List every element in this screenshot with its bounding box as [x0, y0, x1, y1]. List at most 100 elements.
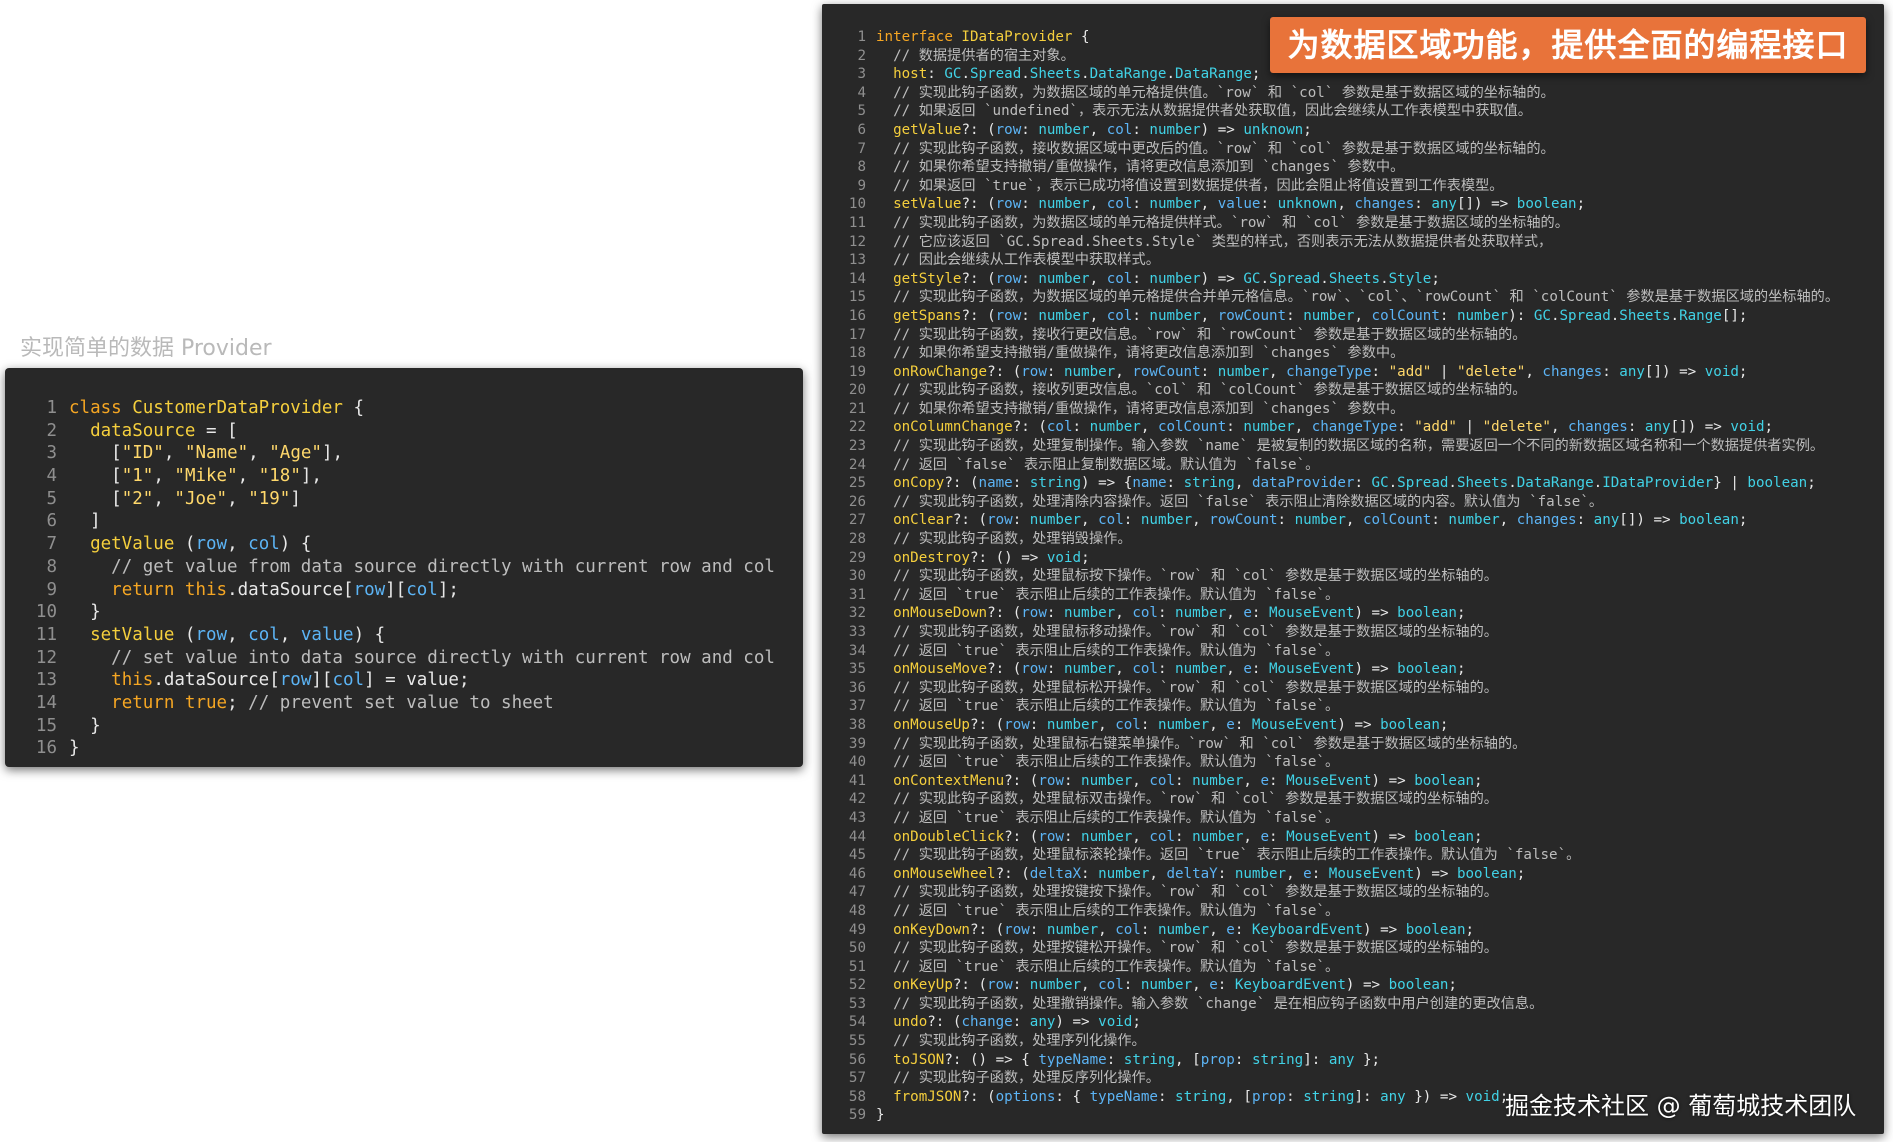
code-line: 4 // 实现此钩子函数，为数据区域的单元格提供值。`row` 和 `col` … [822, 84, 1884, 103]
line-number: 6 [857, 121, 866, 138]
code-text: getValue (row, col) { [90, 534, 312, 555]
code-text: // 实现此钩子函数，接收列更改信息。`col` 和 `colCount` 参数… [893, 382, 1527, 399]
code-text: // 实现此钩子函数，处理鼠标移动操作。`row` 和 `col` 参数是基于数… [893, 624, 1498, 640]
code-line: 48 // 返回 `true` 表示阻止后续的工作表操作。默认值为 `false… [822, 902, 1884, 921]
code-line: 9 // 如果返回 `true`，表示已成功将值设置到数据提供者，因此会阻止将值… [822, 177, 1884, 196]
interface-code-block: 1 interface IDataProvider {2 // 数据提供者的宿主对… [822, 28, 1884, 1125]
code-text: } [69, 738, 80, 759]
code-text: return this.dataSource[row][col]; [111, 579, 459, 600]
code-line: 10 setValue?: (row: number, col: number,… [822, 195, 1884, 214]
code-text: setValue (row, col, value) { [90, 624, 386, 645]
code-text: } [90, 715, 101, 736]
code-line: 11 // 实现此钩子函数，为数据区域的单元格提供样式。`row` 和 `col… [822, 214, 1884, 233]
code-line: 25 onCopy?: (name: string) => {name: str… [822, 474, 1884, 493]
code-line: 37 // 返回 `true` 表示阻止后续的工作表操作。默认值为 `false… [822, 697, 1884, 716]
code-text: onKeyDown?: (row: number, col: number, e… [893, 921, 1475, 938]
line-number: 27 [848, 512, 866, 529]
code-text: this.dataSource[row][col] = value; [111, 670, 470, 691]
line-number: 10 [848, 196, 866, 213]
code-text: onCopy?: (name: string) => {name: string… [893, 475, 1816, 492]
line-number: 51 [848, 958, 866, 975]
code-text: onMouseUp?: (row: number, col: number, e… [893, 716, 1449, 733]
code-text: dataSource = [ [90, 420, 238, 441]
line-number: 50 [848, 940, 866, 957]
code-text: // 返回 `true` 表示阻止后续的工作表操作。默认值为 `false`。 [893, 754, 1340, 771]
code-text: host: GC.Spread.Sheets.DataRange.DataRan… [893, 66, 1261, 83]
code-text: // 实现此钩子函数，处理反序列化操作。 [893, 1070, 1160, 1087]
line-number: 7 [857, 140, 866, 157]
code-text: // 如果你希望支持撤销/重做操作，请将更改信息添加到 `changes` 参数… [893, 159, 1405, 176]
code-text: toJSON?: () => { typeName: string, [prop… [893, 1051, 1381, 1068]
line-number: 48 [848, 902, 866, 919]
line-number: 5 [857, 103, 866, 120]
code-line: 19 onRowChange?: (row: number, rowCount:… [822, 363, 1884, 382]
line-number: 37 [848, 698, 866, 715]
line-number: 41 [848, 772, 866, 789]
line-number: 38 [848, 716, 866, 733]
code-text: ["1", "Mike", "18"], [111, 466, 322, 487]
line-number: 6 [46, 511, 57, 532]
code-text: getStyle?: (row: number, col: number) =>… [893, 270, 1440, 287]
line-number: 14 [35, 692, 57, 713]
code-line: 21 // 如果你希望支持撤销/重做操作，请将更改信息添加到 `changes`… [822, 400, 1884, 419]
code-text: // 实现此钩子函数，接收行更改信息。`row` 和 `rowCount` 参数… [893, 326, 1527, 343]
code-text: onDestroy?: () => void; [893, 549, 1090, 566]
code-text: // 返回 `true` 表示阻止后续的工作表操作。默认值为 `false`。 [893, 958, 1340, 975]
line-number: 53 [848, 995, 866, 1012]
code-line: 5 // 如果返回 `undefined`，表示无法从数据提供者处获取值，因此会… [822, 102, 1884, 121]
line-number: 28 [848, 531, 866, 548]
line-number: 57 [848, 1070, 866, 1087]
line-number: 11 [848, 214, 866, 231]
line-number: 3 [857, 66, 866, 83]
code-line: 14 getStyle?: (row: number, col: number)… [822, 270, 1884, 289]
code-line: 51 // 返回 `true` 表示阻止后续的工作表操作。默认值为 `false… [822, 958, 1884, 977]
code-line: 39 // 实现此钩子函数，处理鼠标右键菜单操作。`row` 和 `col` 参… [822, 735, 1884, 754]
code-line: 10 } [5, 601, 803, 624]
line-number: 15 [848, 289, 866, 306]
code-text: // 实现此钩子函数，处理鼠标松开操作。`row` 和 `col` 参数是基于数… [893, 679, 1498, 696]
line-number: 52 [848, 977, 866, 994]
code-line: 34 // 返回 `true` 表示阻止后续的工作表操作。默认值为 `false… [822, 642, 1884, 661]
line-number: 25 [848, 475, 866, 492]
code-line: 6 getValue?: (row: number, col: number) … [822, 121, 1884, 140]
code-line: 12 // set value into data source directl… [5, 647, 803, 670]
code-line: 5 ["2", "Joe", "19"] [5, 488, 803, 511]
code-line: 43 // 返回 `true` 表示阻止后续的工作表操作。默认值为 `false… [822, 809, 1884, 828]
line-number: 5 [46, 488, 57, 509]
code-text: // 返回 `true` 表示阻止后续的工作表操作。默认值为 `false`。 [893, 642, 1340, 659]
code-caption: 实现简单的数据 Provider [20, 336, 272, 361]
code-line: 29 onDestroy?: () => void; [822, 549, 1884, 568]
line-number: 40 [848, 754, 866, 771]
code-text: onDoubleClick?: (row: number, col: numbe… [893, 828, 1483, 845]
line-number: 44 [848, 828, 866, 845]
line-number: 3 [46, 443, 57, 464]
code-text: } [876, 1107, 885, 1124]
code-text: // 因此会继续从工作表模型中获取样式。 [893, 252, 1160, 269]
code-line: 23 // 实现此钩子函数，处理复制操作。输入参数 `name` 是被复制的数据… [822, 437, 1884, 456]
code-text: // 如果你希望支持撤销/重做操作，请将更改信息添加到 `changes` 参数… [893, 400, 1405, 417]
line-number: 42 [848, 791, 866, 808]
line-number: 16 [848, 307, 866, 324]
line-number: 9 [857, 177, 866, 194]
code-text: // 实现此钩子函数，处理销毁操作。 [893, 531, 1132, 548]
code-text: } [90, 602, 101, 623]
line-number: 7 [46, 534, 57, 555]
line-number: 49 [848, 921, 866, 938]
line-number: 8 [46, 556, 57, 577]
line-number: 58 [848, 1088, 866, 1105]
line-number: 46 [848, 865, 866, 882]
code-line: 7 // 实现此钩子函数，接收数据区域中更改后的值。`row` 和 `col` … [822, 140, 1884, 159]
line-number: 39 [848, 735, 866, 752]
code-text: onMouseMove?: (row: number, col: number,… [893, 661, 1466, 678]
code-line: 32 onMouseDown?: (row: number, col: numb… [822, 604, 1884, 623]
line-number: 21 [848, 400, 866, 417]
line-number: 4 [46, 466, 57, 487]
line-number: 29 [848, 549, 866, 566]
code-line: 14 return true; // prevent set value to … [5, 692, 803, 715]
code-text: // set value into data source directly w… [111, 647, 775, 668]
code-text: class CustomerDataProvider { [69, 398, 365, 418]
line-number: 45 [848, 847, 866, 864]
code-line: 13 // 因此会继续从工作表模型中获取样式。 [822, 251, 1884, 270]
code-text: onMouseDown?: (row: number, col: number,… [893, 605, 1466, 622]
code-line: 16} [5, 737, 803, 760]
